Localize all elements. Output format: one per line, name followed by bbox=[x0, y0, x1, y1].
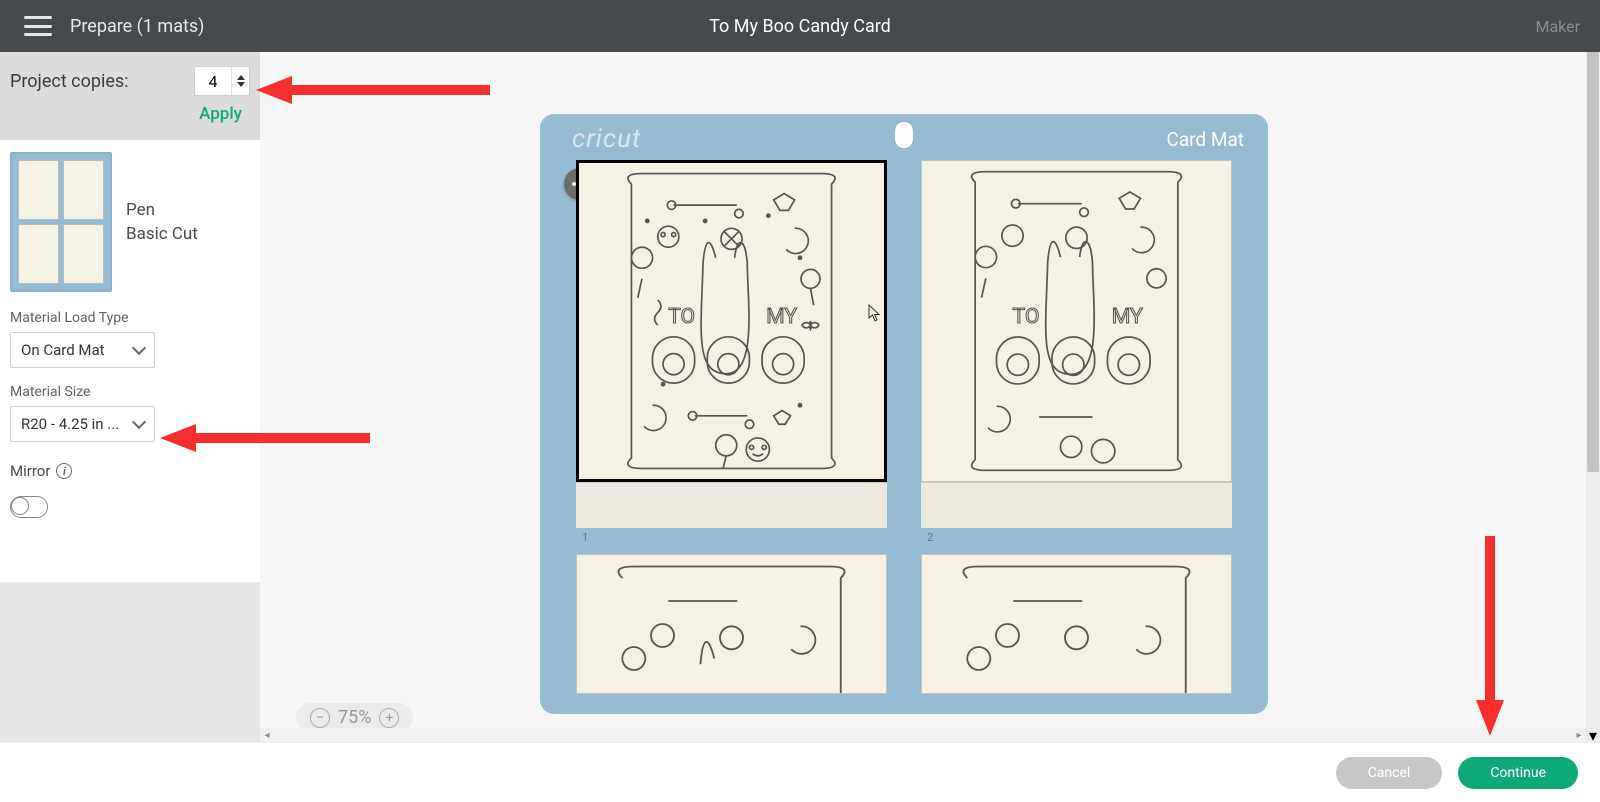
slot-number-1: 1 bbox=[582, 531, 588, 544]
cancel-button[interactable]: Cancel bbox=[1336, 757, 1443, 789]
mat-notch bbox=[895, 122, 913, 148]
material-load-type-setting: Material Load Type On Card Mat bbox=[0, 304, 260, 378]
project-copies-stepper[interactable] bbox=[194, 66, 250, 96]
card-slot-3[interactable] bbox=[576, 554, 887, 694]
page-title: Prepare (1 mats) bbox=[70, 16, 204, 37]
card-design-art: TO MY bbox=[922, 161, 1231, 481]
project-copies-label: Project copies: bbox=[10, 71, 129, 92]
cursor-icon bbox=[868, 304, 882, 326]
info-icon[interactable]: i bbox=[56, 463, 72, 479]
copies-increment-icon[interactable] bbox=[237, 75, 245, 80]
mat-preview: cricut Card Mat bbox=[540, 114, 1268, 714]
annotation-arrow-2 bbox=[160, 424, 370, 452]
horizontal-scrollbar[interactable]: ◂ ▸ bbox=[260, 728, 1586, 742]
cricut-logo: cricut bbox=[572, 124, 641, 154]
card-slot-1[interactable]: TO MY bbox=[576, 160, 887, 528]
project-title: To My Boo Candy Card bbox=[709, 16, 891, 37]
canvas[interactable]: cricut Card Mat bbox=[260, 52, 1600, 742]
top-bar: Prepare (1 mats) To My Boo Candy Card Ma… bbox=[0, 0, 1600, 52]
mat-list-item[interactable]: Pen Basic Cut bbox=[0, 140, 260, 304]
scroll-left-icon[interactable]: ◂ bbox=[260, 728, 274, 742]
svg-text:TO: TO bbox=[668, 304, 695, 329]
empty-panel bbox=[0, 582, 260, 742]
slot-number-2: 2 bbox=[927, 531, 933, 544]
material-load-type-select[interactable]: On Card Mat bbox=[10, 332, 155, 368]
annotation-arrow-1 bbox=[256, 76, 496, 104]
mat-operation-2: Basic Cut bbox=[126, 224, 198, 244]
scroll-down-icon[interactable]: ▾ bbox=[1586, 728, 1600, 742]
svg-text:MY: MY bbox=[766, 304, 797, 329]
device-label: Maker bbox=[1535, 17, 1580, 36]
scrollbar-thumb[interactable] bbox=[1587, 52, 1599, 472]
annotation-arrow-3 bbox=[1476, 536, 1504, 736]
material-load-type-label: Material Load Type bbox=[10, 310, 250, 326]
chevron-down-icon bbox=[132, 415, 146, 429]
apply-button[interactable]: Apply bbox=[10, 104, 250, 124]
mirror-toggle[interactable] bbox=[10, 496, 48, 518]
zoom-out-button[interactable]: − bbox=[310, 708, 330, 728]
bottom-bar: Cancel Continue bbox=[0, 742, 1600, 802]
sidebar: Project copies: Apply Pen Basic Cut bbox=[0, 52, 260, 742]
card-slot-2[interactable]: TO MY bbox=[921, 160, 1232, 528]
chevron-down-icon bbox=[132, 341, 146, 355]
mat-type-label: Card Mat bbox=[1166, 128, 1244, 151]
svg-text:TO: TO bbox=[1013, 304, 1040, 329]
card-design-art: TO MY bbox=[579, 163, 884, 479]
menu-hamburger-icon[interactable] bbox=[24, 16, 52, 36]
svg-text:MY: MY bbox=[1112, 304, 1143, 329]
project-copies-panel: Project copies: Apply bbox=[0, 52, 260, 140]
vertical-scrollbar[interactable]: ▾ bbox=[1586, 52, 1600, 742]
zoom-value: 75% bbox=[338, 707, 371, 728]
card-slot-4[interactable] bbox=[921, 554, 1232, 694]
continue-button[interactable]: Continue bbox=[1458, 757, 1578, 789]
zoom-in-button[interactable]: + bbox=[379, 708, 399, 728]
scroll-right-icon[interactable]: ▸ bbox=[1572, 728, 1586, 742]
mat-operation-1: Pen bbox=[126, 200, 198, 220]
card-design-art bbox=[922, 555, 1231, 693]
mirror-label: Mirror bbox=[10, 462, 50, 480]
card-design-art bbox=[577, 555, 886, 693]
copies-decrement-icon[interactable] bbox=[237, 82, 245, 87]
mat-thumbnail bbox=[10, 152, 112, 292]
material-size-select[interactable]: R20 - 4.25 in ... bbox=[10, 406, 155, 442]
material-size-label: Material Size bbox=[10, 384, 250, 400]
toggle-knob bbox=[11, 497, 29, 515]
project-copies-input[interactable] bbox=[195, 67, 231, 95]
